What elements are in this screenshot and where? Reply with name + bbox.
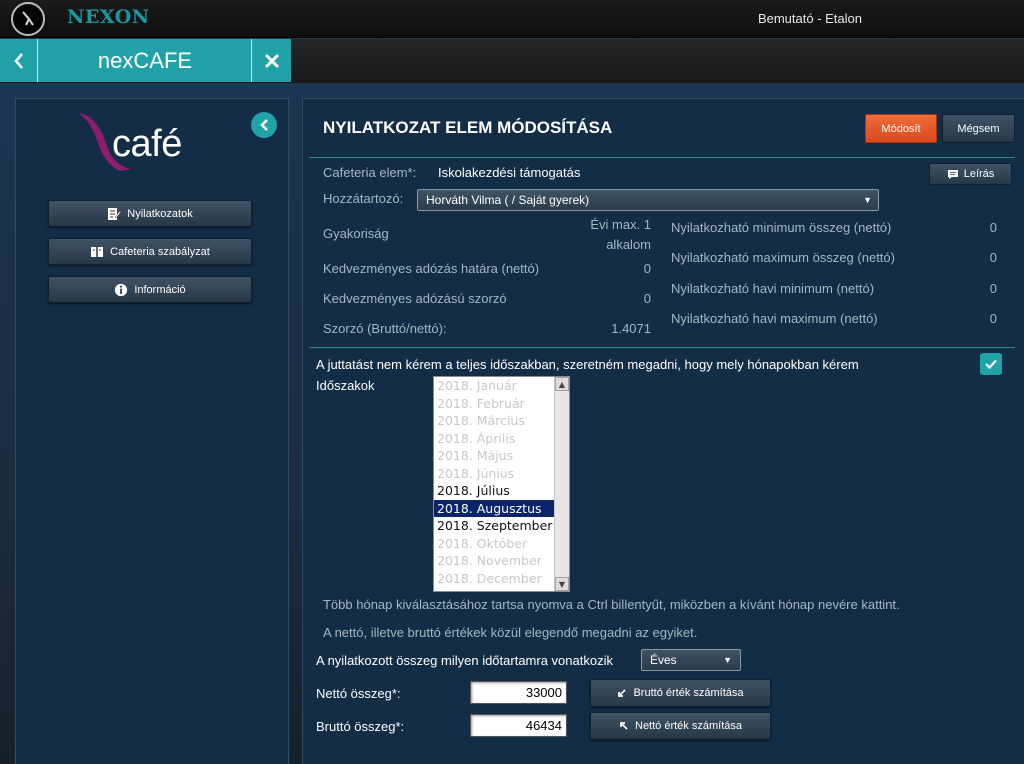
net-amount-label: Nettó összeg*: (316, 686, 401, 701)
net-amount-input[interactable]: 33000 (470, 681, 567, 704)
sidebar-item-label: Nyilatkozatok (127, 207, 193, 220)
max-amount-value: 0 (989, 250, 997, 265)
frequency-value: Évi max. 1 alkalom (590, 217, 651, 252)
chevron-down-icon: ▼ (863, 195, 872, 205)
periods-listbox[interactable]: 2018. Január 2018. Február 2018. Március 20… (433, 376, 570, 592)
save-button[interactable]: Módosít (865, 114, 937, 143)
back-button[interactable] (0, 39, 38, 82)
app-name: nexCAFE (97, 47, 193, 73)
period-option[interactable]: 2018. Szeptember (434, 517, 569, 535)
chevron-down-icon: ▼ (723, 655, 732, 665)
sidebar-item-label: Cafeteria szabályzat (110, 245, 210, 258)
sidebar-item-cafeteria-szabalyzat[interactable]: Cafeteria szabályzat (48, 238, 252, 265)
arrow-down-left-icon (618, 689, 627, 697)
scroll-up-icon[interactable]: ▲ (555, 377, 569, 391)
divider (309, 347, 1015, 348)
description-button-label: Leírás (963, 168, 995, 180)
period-option: 2018. Január (437, 378, 517, 393)
sidebar-item-nyilatkozatok[interactable]: Nyilatkozatok (48, 200, 252, 227)
period-question-label: A nyilatkozott összeg milyen időtartamra… (316, 653, 613, 668)
dependent-label: Hozzátartozó: (323, 191, 404, 206)
period-option: 2018. Március (437, 413, 525, 428)
period-option: 2018. December (437, 570, 542, 586)
collapse-sidebar-button[interactable] (251, 112, 277, 138)
tax-multiplier-label: Kedvezményes adózású szorzó (323, 291, 507, 306)
gross-net-ratio-value: 1.4071 (611, 321, 651, 336)
period-option: 2018. Május (437, 448, 514, 463)
monthly-max-label: Nyilatkozható havi maximum (nettó) (671, 311, 878, 326)
partial-period-label: A juttatást nem kérem a teljes időszakba… (316, 357, 859, 372)
partial-period-checkbox[interactable] (980, 353, 1002, 375)
description-button[interactable]: Leírás (929, 163, 1012, 185)
tax-limit-label: Kedvezményes adózás határa (nettó) (323, 261, 540, 276)
close-button[interactable] (251, 39, 291, 82)
cancel-button[interactable]: Mégsem (942, 114, 1015, 143)
period-option: 2018. Október (437, 535, 528, 551)
nexon-logo-icon (11, 2, 45, 36)
chevron-left-icon (13, 52, 23, 69)
cafe-logo-text: café (112, 123, 182, 165)
frequency-label: Gyakoriság (323, 226, 389, 241)
gross-amount-label: Bruttó összeg*: (316, 719, 405, 734)
chevron-left-icon (260, 119, 268, 131)
min-amount-value: 0 (989, 220, 997, 235)
gross-amount-input[interactable]: 46434 (470, 714, 567, 737)
periods-label: Időszakok (316, 378, 375, 393)
period-option[interactable]: 2018. Augusztus (434, 499, 569, 517)
period-option: 2018. Június (437, 465, 515, 481)
app-tab: nexCAFE (0, 39, 291, 82)
monthly-min-value: 0 (989, 281, 997, 296)
net-gross-hint: A nettó, illetve bruttó értékek közül el… (323, 625, 698, 640)
cafe-logo: café (76, 111, 206, 173)
period-option: 2018. Április (437, 430, 516, 446)
tax-multiplier-value: 0 (643, 291, 651, 306)
sidebar: café Nyilatkozatok Cafeteria szabályzat … (15, 98, 289, 764)
calc-gross-button[interactable]: Bruttó érték számítása (590, 679, 771, 707)
cafeteria-element-label: Cafeteria elem*: (323, 165, 417, 180)
user-name[interactable]: Bemutató - Etalon (758, 11, 862, 26)
period-option: 2018. Február (437, 395, 525, 411)
calc-gross-label: Bruttó érték számítása (633, 687, 744, 699)
min-amount-label: Nyilatkozható minimum összeg (nettó) (671, 220, 892, 235)
info-icon (114, 283, 128, 297)
top-bar: NEXON Bemutató - Etalon (0, 0, 1024, 38)
amount-period-value: Éves (650, 653, 677, 667)
sidebar-item-label: Információ (134, 283, 186, 296)
app-bar: nexCAFE (0, 39, 1024, 83)
sidebar-item-informacio[interactable]: Információ (48, 276, 252, 303)
listbox-scrollbar[interactable]: ▲ ▼ (554, 377, 569, 591)
monthly-min-label: Nyilatkozható havi minimum (nettó) (671, 281, 875, 296)
calc-net-label: Nettó érték számítása (635, 720, 742, 732)
calc-net-button[interactable]: Nettó érték számítása (590, 712, 771, 740)
period-option[interactable]: 2018. Július (434, 482, 569, 500)
comment-icon (947, 169, 958, 179)
amount-period-select[interactable]: Éves ▼ (641, 649, 741, 671)
gross-net-ratio-label: Szorzó (Bruttó/nettó): (323, 321, 447, 336)
close-icon (264, 53, 279, 68)
dependent-select-value: Horváth Vilma ( / Saját gyerek) (426, 193, 590, 207)
max-amount-label: Nyilatkozható maximum összeg (nettó) (671, 250, 895, 265)
monthly-max-value: 0 (989, 311, 997, 326)
divider (309, 157, 1015, 158)
arrow-up-left-icon (620, 722, 628, 730)
main-panel: NYILATKOZAT ELEM MÓDOSÍTÁSA Módosít Mégs… (302, 98, 1024, 764)
multi-select-hint: Több hónap kiválasztásához tartsa nyomva… (323, 597, 900, 612)
book-icon (90, 245, 104, 259)
brand-name: NEXON (67, 6, 150, 28)
period-option: 2018. November (437, 553, 542, 568)
edit-document-icon (107, 207, 122, 221)
scroll-down-icon[interactable]: ▼ (555, 577, 569, 591)
checkmark-icon (985, 359, 997, 369)
page-title: NYILATKOZAT ELEM MÓDOSÍTÁSA (323, 118, 613, 137)
tax-limit-value: 0 (643, 261, 651, 276)
cafeteria-element-value: Iskolakezdési támogatás (438, 165, 581, 180)
dependent-select[interactable]: Horváth Vilma ( / Saját gyerek) ▼ (417, 189, 879, 211)
